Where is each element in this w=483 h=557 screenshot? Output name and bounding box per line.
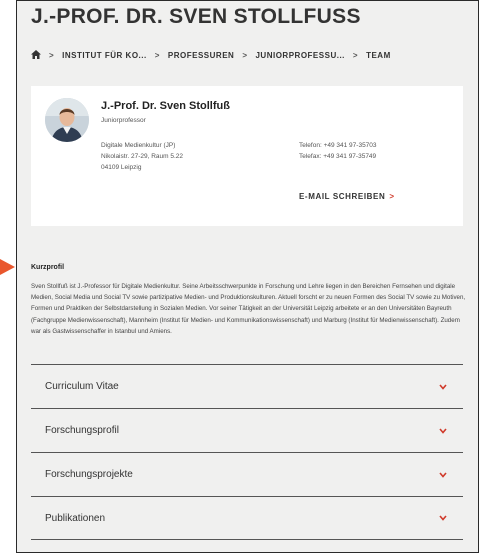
accordion-item-forschungsprojekte[interactable]: Forschungsprojekte bbox=[31, 452, 463, 496]
accordion-label: Forschungsprojekte bbox=[45, 469, 133, 480]
section-marker-arrow bbox=[0, 259, 15, 275]
page-frame: J.-PROF. DR. SVEN STOLLFUSS > INSTITUT F… bbox=[16, 0, 479, 553]
profile-card: J.-Prof. Dr. Sven Stollfuß Juniorprofess… bbox=[31, 86, 463, 226]
breadcrumb-item-juniorprofessur[interactable]: JUNIORPROFESSU... bbox=[255, 51, 344, 60]
home-icon[interactable] bbox=[31, 50, 41, 61]
breadcrumb-separator: > bbox=[242, 51, 248, 60]
avatar bbox=[45, 98, 89, 142]
profile-contact: Telefon: +49 341 97-35703 Telefax: +49 3… bbox=[299, 140, 377, 162]
chevron-right-icon: > bbox=[389, 192, 395, 201]
breadcrumb-separator: > bbox=[49, 51, 55, 60]
breadcrumb-item-professuren[interactable]: PROFESSUREN bbox=[168, 51, 234, 60]
chevron-down-icon bbox=[439, 471, 447, 478]
address-line: Digitale Medienkultur (JP) bbox=[101, 142, 176, 149]
profile-address: Digitale Medienkultur (JP) Nikolaistr. 2… bbox=[101, 140, 183, 173]
avatar-photo bbox=[45, 98, 89, 142]
phone-number: Telefon: +49 341 97-35703 bbox=[299, 142, 377, 149]
accordion-label: Forschungsprofil bbox=[45, 425, 119, 436]
chevron-down-icon bbox=[439, 383, 447, 390]
kurzprofil-text: Sven Stollfuß ist J.-Professor für Digit… bbox=[31, 283, 466, 335]
page-title: J.-PROF. DR. SVEN STOLLFUSS bbox=[31, 5, 361, 28]
profile-name: J.-Prof. Dr. Sven Stollfuß bbox=[101, 100, 230, 112]
breadcrumb-separator: > bbox=[154, 51, 160, 60]
email-button[interactable]: E-MAIL SCHREIBEN > bbox=[299, 192, 395, 201]
accordion-label: Curriculum Vitae bbox=[45, 381, 119, 392]
breadcrumb-item-institut[interactable]: INSTITUT FÜR KO... bbox=[62, 51, 147, 60]
email-button-label: E-MAIL SCHREIBEN bbox=[299, 192, 386, 201]
accordion-item-curriculum-vitae[interactable]: Curriculum Vitae bbox=[31, 364, 463, 408]
chevron-down-icon bbox=[439, 427, 447, 434]
address-line: 04109 Leipzig bbox=[101, 164, 142, 171]
accordion-item-forschungsprofil[interactable]: Forschungsprofil bbox=[31, 408, 463, 452]
accordion-item-publikationen[interactable]: Publikationen bbox=[31, 496, 463, 540]
accordion-list: Curriculum Vitae Forschungsprofil Forsch… bbox=[31, 364, 463, 540]
chevron-down-icon bbox=[439, 515, 447, 521]
breadcrumb: > INSTITUT FÜR KO... > PROFESSUREN > JUN… bbox=[31, 50, 391, 61]
address-line: Nikolaistr. 27-29, Raum 5.22 bbox=[101, 153, 184, 160]
kurzprofil-heading: Kurzprofil bbox=[31, 264, 65, 271]
accordion-label: Publikationen bbox=[45, 512, 106, 524]
breadcrumb-separator: > bbox=[352, 51, 359, 60]
profile-role: Juniorprofessor bbox=[101, 117, 146, 124]
fax-number: Telefax: +49 341 97-35749 bbox=[299, 153, 377, 160]
breadcrumb-item-team[interactable]: TEAM bbox=[366, 51, 391, 60]
